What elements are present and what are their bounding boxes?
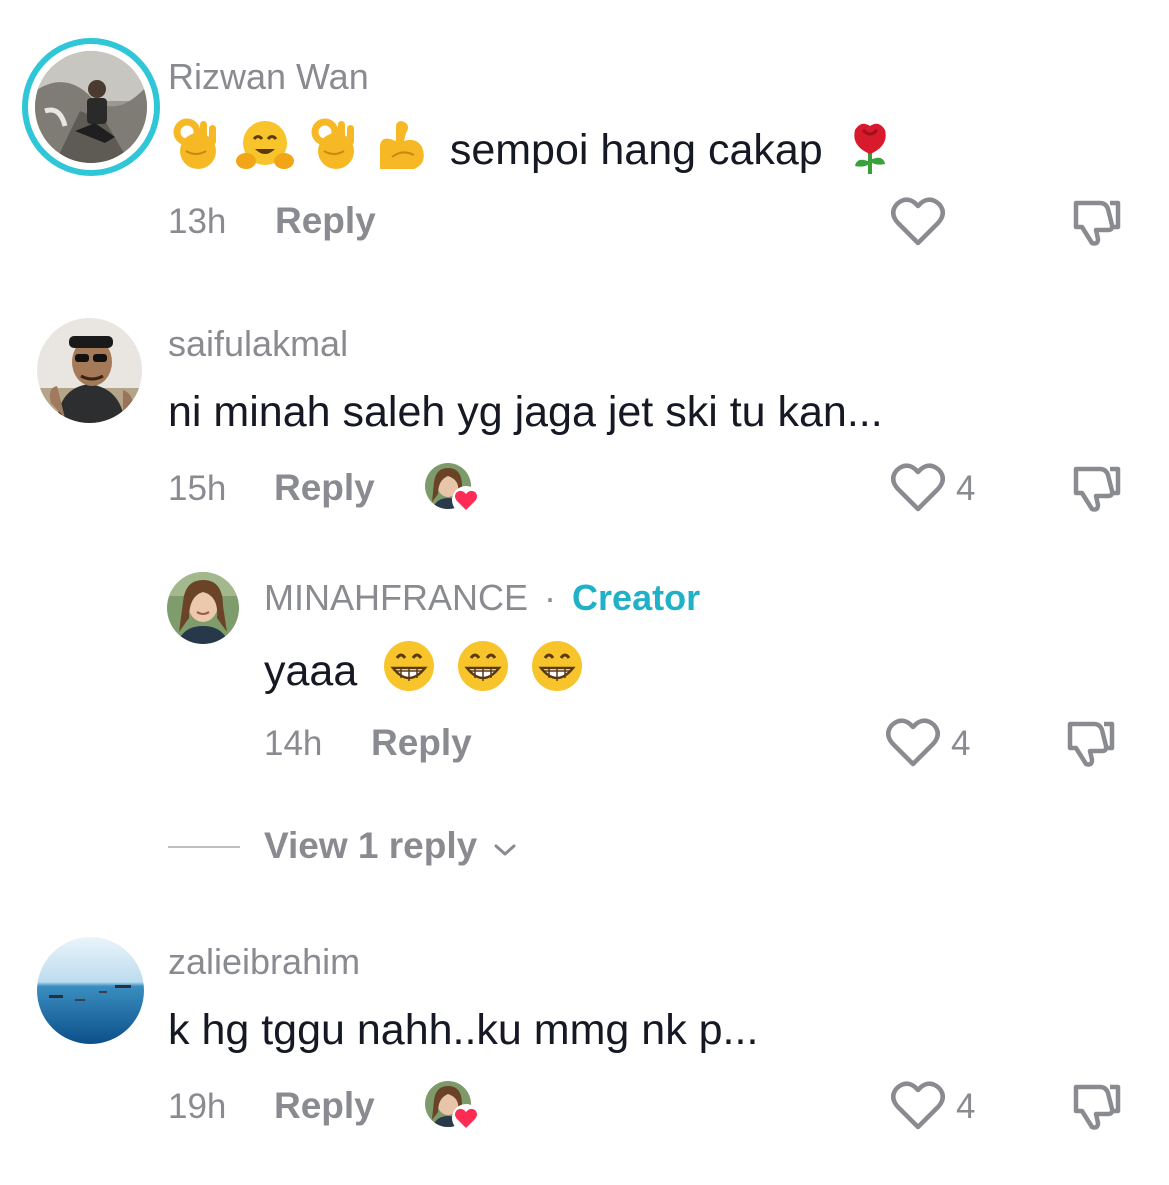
comment-time: 15h: [168, 469, 227, 508]
comment-time: 19h: [168, 1087, 227, 1126]
like-count: 4: [956, 1087, 976, 1126]
username-row: MINAHFRANCE · Creator: [264, 577, 700, 619]
creator-badge: Creator: [572, 577, 701, 618]
reply-button[interactable]: Reply: [274, 467, 375, 509]
badge-separator: ·: [544, 577, 557, 618]
like-count: 4: [951, 724, 971, 763]
comment-item: saifulakmal ni minah saleh yg jaga jet s…: [0, 290, 1169, 530]
like-heart-icon[interactable]: [886, 718, 940, 773]
like-heart-icon[interactable]: [891, 197, 945, 252]
comment-text: ni minah saleh yg jaga jet ski tu kan...: [168, 388, 883, 436]
replies-divider: [168, 846, 240, 848]
reply-button[interactable]: Reply: [275, 200, 376, 242]
avatar[interactable]: [167, 572, 239, 644]
liked-by-creator-badge: [424, 462, 484, 518]
dislike-thumb-icon[interactable]: [1064, 718, 1116, 773]
username[interactable]: saifulakmal: [168, 323, 348, 365]
comment-time: 13h: [168, 202, 227, 241]
avatar[interactable]: [37, 937, 144, 1044]
avatar[interactable]: [35, 51, 147, 163]
username[interactable]: zalieibrahim: [168, 941, 360, 983]
dislike-thumb-icon[interactable]: [1070, 197, 1122, 252]
comment-text-row: yaaa: [264, 638, 585, 705]
comment-item: zalieibrahim k hg tggu nahh..ku mmg nk p…: [0, 910, 1169, 1185]
flexed-biceps-emoji: [372, 117, 428, 184]
comment-text-row: sempoi hang cakap: [170, 116, 895, 185]
reply-item: MINAHFRANCE · Creator yaaa 14h Reply 4: [0, 560, 1169, 790]
comment-text: yaaa: [264, 647, 358, 695]
rose-emoji: [845, 116, 895, 185]
like-count: 4: [956, 469, 976, 508]
reply-button[interactable]: Reply: [371, 722, 472, 764]
ok-hand-emoji: [308, 117, 360, 184]
ok-hand-emoji: [170, 117, 222, 184]
like-heart-icon[interactable]: [891, 463, 945, 518]
view-replies-label: View 1 reply: [264, 825, 478, 866]
grinning-face-emoji: [529, 638, 585, 705]
grinning-face-emoji: [455, 638, 511, 705]
view-replies-button[interactable]: View 1 reply: [264, 825, 518, 869]
comment-text: k hg tggu nahh..ku mmg nk p...: [168, 1006, 759, 1054]
comment-time: 14h: [264, 724, 323, 763]
chevron-down-icon: [492, 827, 518, 869]
avatar[interactable]: [37, 318, 142, 423]
comment-text: sempoi hang cakap: [449, 126, 823, 174]
dislike-thumb-icon[interactable]: [1070, 463, 1122, 518]
like-heart-icon[interactable]: [891, 1081, 945, 1136]
reply-button[interactable]: Reply: [274, 1085, 375, 1127]
comment-item: Rizwan Wan sempoi hang cakap 13h Reply: [0, 0, 1169, 270]
username[interactable]: MINAHFRANCE: [264, 577, 528, 618]
liked-by-creator-badge: [424, 1080, 484, 1136]
hugging-face-emoji: [234, 117, 296, 184]
dislike-thumb-icon[interactable]: [1070, 1081, 1122, 1136]
username[interactable]: Rizwan Wan: [168, 56, 369, 98]
grinning-face-emoji: [381, 638, 437, 705]
